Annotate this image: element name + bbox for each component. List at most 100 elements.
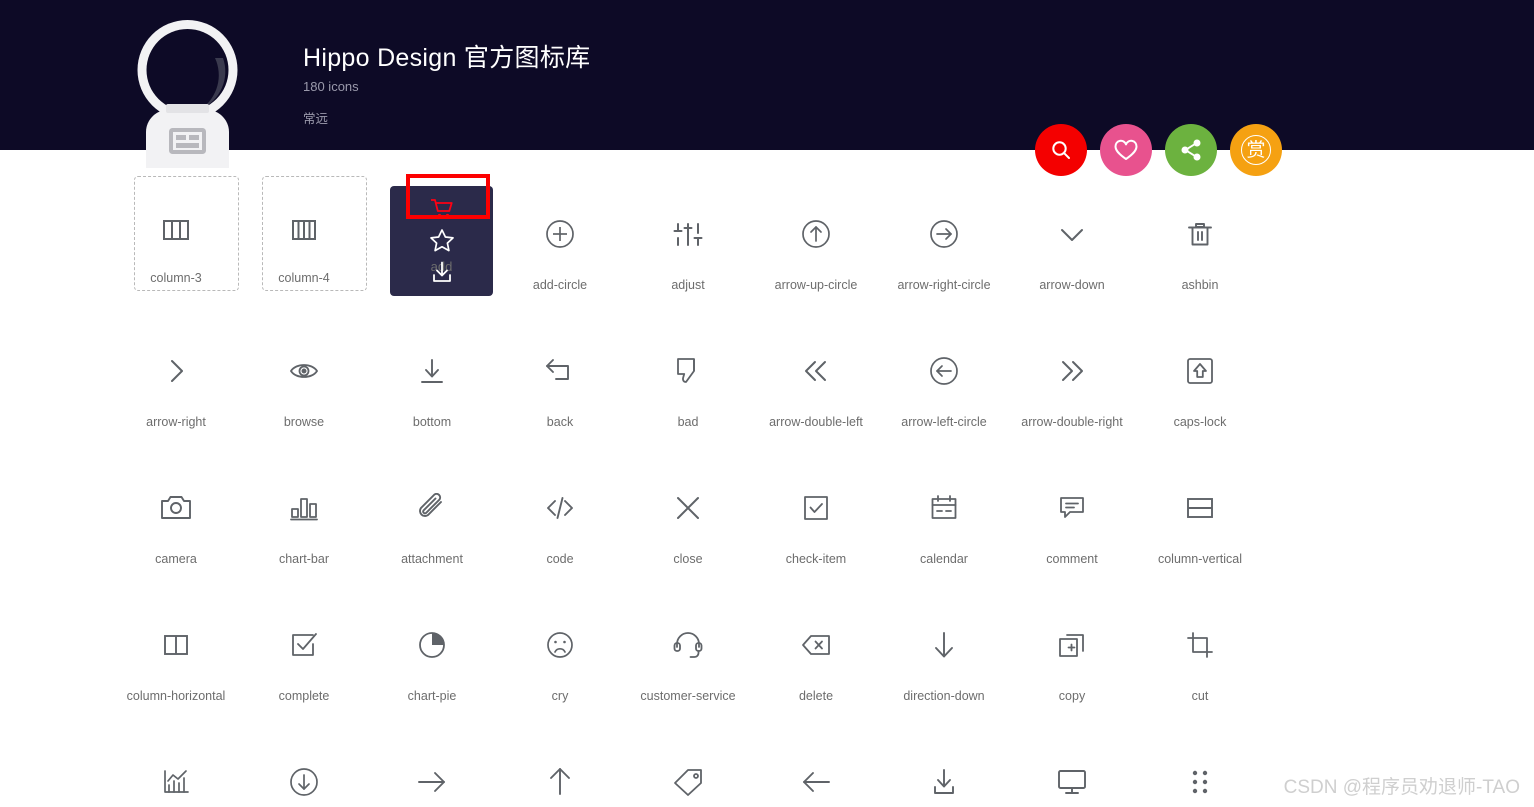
icon-cell-complete[interactable]: complete [240, 591, 368, 728]
icon-cell-monitor[interactable] [1008, 728, 1136, 807]
icon-cell-adjust[interactable]: adjust [624, 180, 752, 317]
icon-cell-attachment[interactable]: attachment [368, 454, 496, 591]
icon-cell-arrow-right-circle[interactable]: arrow-right-circle [880, 180, 1008, 317]
arrow-up-circle-icon [796, 214, 836, 254]
icon-cell-arrow-double-left[interactable]: arrow-double-left [752, 317, 880, 454]
icon-label: code [546, 552, 574, 566]
column-3-icon [156, 210, 196, 250]
search-button[interactable] [1035, 124, 1087, 176]
attachment-icon [412, 488, 452, 528]
icon-cell-download[interactable] [880, 728, 1008, 807]
icon-cell-arrow-up-circle[interactable]: arrow-up-circle [752, 180, 880, 317]
icon-cell-calendar[interactable]: calendar [880, 454, 1008, 591]
icon-grid: column-3 column-4 add add-circle adjust … [112, 174, 1422, 807]
reward-button[interactable]: 赏 [1230, 124, 1282, 176]
icon-hover-card: add [390, 174, 493, 296]
icon-cell-column-vertical[interactable]: column-vertical [1136, 454, 1264, 591]
icon-cell-camera[interactable]: camera [112, 454, 240, 591]
icon-label: attachment [401, 552, 463, 566]
favorite-button[interactable] [1100, 124, 1152, 176]
icon-label: customer-service [640, 689, 736, 703]
icon-cell-column-3[interactable]: column-3 [112, 176, 240, 317]
icon-cell-chart-pie[interactable]: chart-pie [368, 591, 496, 728]
icon-cell-drag-dots[interactable] [1136, 728, 1264, 807]
icon-cell-comment[interactable]: comment [1008, 454, 1136, 591]
share-icon [1179, 138, 1203, 162]
adjust-icon [668, 214, 708, 254]
icon-cell-chart-bar[interactable]: chart-bar [240, 454, 368, 591]
code-icon [540, 488, 580, 528]
arrow-left-long-icon [796, 762, 836, 802]
cart-icon[interactable] [425, 193, 459, 223]
arrow-up-long-icon [540, 762, 580, 802]
icon-label: back [546, 415, 574, 429]
cut-icon [1180, 625, 1220, 665]
icon-cell-bottom[interactable]: bottom [368, 317, 496, 454]
icon-label: close [673, 552, 703, 566]
icon-cell-cry[interactable]: cry [496, 591, 624, 728]
icon-cell-column-horizontal[interactable]: column-horizontal [112, 591, 240, 728]
icon-cell-arrow-right[interactable]: arrow-right [112, 317, 240, 454]
astronaut-helmet-logo [135, 18, 240, 168]
icon-cell-back[interactable]: back [496, 317, 624, 454]
delete-icon [796, 625, 836, 665]
back-icon [540, 351, 580, 391]
download-icon[interactable] [425, 257, 459, 287]
share-button[interactable] [1165, 124, 1217, 176]
icon-label: direction-down [903, 689, 985, 703]
icon-cell-arrow-double-right[interactable]: arrow-double-right [1008, 317, 1136, 454]
icon-cell-bad[interactable]: bad [624, 317, 752, 454]
reward-icon: 赏 [1241, 135, 1271, 165]
arrow-down-icon [1052, 214, 1092, 254]
icon-cell-direction-down[interactable]: direction-down [880, 591, 1008, 728]
page-title: Hippo Design 官方图标库 [303, 44, 591, 72]
icon-cell-tag[interactable] [624, 728, 752, 807]
icon-cell-check-item[interactable]: check-item [752, 454, 880, 591]
icon-label: arrow-down [1039, 278, 1105, 292]
icon-cell-add[interactable]: add [368, 174, 496, 317]
icon-count: 180 icons [303, 79, 359, 94]
chart-bar-icon [284, 488, 324, 528]
icon-cell-arrow-up-long[interactable] [496, 728, 624, 807]
complete-icon [284, 625, 324, 665]
column-horizontal-icon [156, 625, 196, 665]
arrow-right-circle-icon [924, 214, 964, 254]
chart-line-icon [156, 762, 196, 802]
icon-cell-add-circle[interactable]: add-circle [496, 180, 624, 317]
customer-service-icon [668, 625, 708, 665]
icon-cell-column-4[interactable]: column-4 [240, 176, 368, 317]
icon-cell-close[interactable]: close [624, 454, 752, 591]
icon-label: chart-bar [278, 552, 330, 566]
icon-label: arrow-right-circle [897, 278, 991, 292]
icon-label: browse [283, 415, 325, 429]
icon-label: caps-lock [1173, 415, 1227, 429]
drag-dots-icon [1180, 762, 1220, 802]
icon-cell-caps-lock[interactable]: caps-lock [1136, 317, 1264, 454]
icon-label: cry [551, 689, 569, 703]
icon-cell-cut[interactable]: cut [1136, 591, 1264, 728]
star-icon[interactable] [425, 225, 459, 255]
icon-cell-download-circle[interactable] [240, 728, 368, 807]
icon-cell-delete[interactable]: delete [752, 591, 880, 728]
icon-cell-browse[interactable]: browse [240, 317, 368, 454]
icon-label: arrow-double-left [769, 415, 863, 429]
icon-label: arrow-right [146, 415, 206, 429]
icon-label: column-horizontal [126, 689, 226, 703]
icon-cell-chart-line[interactable] [112, 728, 240, 807]
icon-label: column-3 [150, 271, 202, 285]
icon-cell-copy[interactable]: copy [1008, 591, 1136, 728]
icon-label: column-vertical [1157, 552, 1243, 566]
icon-cell-ashbin[interactable]: ashbin [1136, 180, 1264, 317]
icon-cell-arrow-down[interactable]: arrow-down [1008, 180, 1136, 317]
page-header: Hippo Design 官方图标库 180 icons 常远 赏 [0, 0, 1534, 176]
chart-pie-icon [412, 625, 452, 665]
icon-cell-arrow-left-circle[interactable]: arrow-left-circle [880, 317, 1008, 454]
copy-icon [1052, 625, 1092, 665]
icon-cell-code[interactable]: code [496, 454, 624, 591]
icon-label: bottom [412, 415, 452, 429]
add-circle-icon [540, 214, 580, 254]
icon-cell-customer-service[interactable]: customer-service [624, 591, 752, 728]
icon-cell-arrow-right-long[interactable] [368, 728, 496, 807]
icon-cell-arrow-left-long[interactable] [752, 728, 880, 807]
icon-label: copy [1058, 689, 1086, 703]
